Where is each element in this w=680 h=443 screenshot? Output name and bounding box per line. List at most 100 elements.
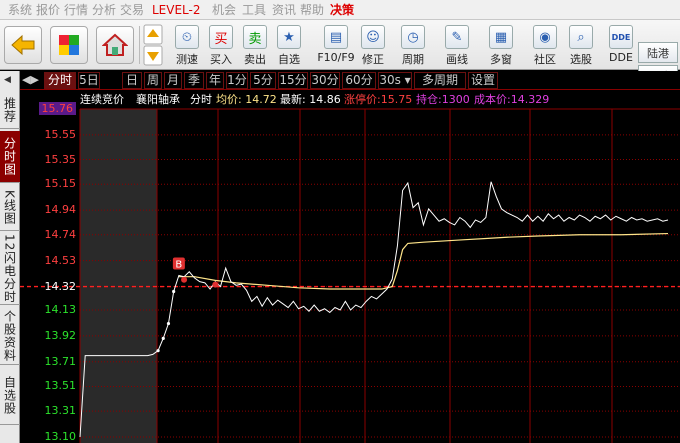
price-line (79, 181, 669, 438)
market-overview-button[interactable] (50, 26, 88, 64)
up-down-arrows-icon (143, 24, 163, 66)
auction-dot (172, 289, 176, 294)
auction-dot (156, 349, 160, 353)
auction-dot (166, 321, 171, 326)
tab-10[interactable]: 30分 (310, 72, 340, 89)
tab-5[interactable]: 季 (184, 72, 204, 89)
speedometer-icon: ⏲ (175, 25, 199, 49)
toolbar-button-label: 卖出 (244, 53, 266, 66)
period-tab-bar: ◀▶ 分时5日 ▾ 日周月季年1分5分15分30分60分30s ▾多周期设置 (20, 71, 680, 102)
avg-price-line (178, 232, 669, 290)
menu-item-3[interactable]: 分析 (92, 0, 116, 20)
page-updown[interactable] (143, 24, 163, 66)
menu-item-2[interactable]: 行情 (64, 0, 88, 20)
y-tick-label: 14.53 (44, 253, 77, 267)
tab-11[interactable]: 60分 (342, 72, 376, 89)
tab-4[interactable]: 月 (164, 72, 182, 89)
tab-12[interactable]: 30s ▾ (378, 72, 412, 89)
stock-search-icon: ⌕ (569, 25, 593, 49)
toolbar-button-label: 测速 (176, 53, 198, 66)
f10-icon: ▤ (324, 25, 348, 49)
sell-icon: 卖 (243, 25, 267, 49)
correct-icon: ☺ (361, 25, 385, 49)
tab-1[interactable]: 5日 ▾ (78, 72, 100, 102)
tab-7[interactable]: 1分 (226, 72, 248, 89)
buy-marker-label: B (175, 259, 182, 270)
toolbar-button-6[interactable]: ◷ 周期 (396, 22, 430, 68)
y-tick-label: 14.13 (44, 302, 77, 316)
home-button[interactable] (96, 26, 134, 64)
toolbar-button-4[interactable]: ▤ F10/F9 (316, 22, 356, 68)
trade-marker (212, 281, 219, 288)
toolbar-button-9[interactable]: ◉ 社区 (528, 22, 562, 68)
intraday-chart[interactable]: B (0, 91, 680, 443)
y-tick-label: 13.31 (44, 404, 77, 418)
y-tick-label: 15.15 (44, 177, 77, 191)
toolbar-button-label: 自选 (278, 53, 300, 66)
collapse-icon[interactable]: ◀ (4, 75, 11, 85)
home-icon (102, 33, 128, 56)
tab-0[interactable]: 分时 (44, 72, 76, 89)
menu-item-9[interactable]: 帮助 (300, 0, 324, 20)
toolbar-button-7[interactable]: ✎ 画线 (440, 22, 474, 68)
color-grid-icon (59, 35, 79, 55)
y-tick-label: 15.35 (44, 152, 77, 166)
y-tick-label: 13.10 (44, 430, 77, 443)
pencil-icon: ✎ (445, 25, 469, 49)
toolbar-button-label: F10/F9 (317, 51, 355, 64)
right-button-0[interactable]: 陆港 (638, 42, 678, 63)
tab-13[interactable]: 多周期 (414, 72, 466, 89)
toolbar-button-11[interactable]: DDE DDE (604, 22, 638, 68)
toolbar-button-label: 社区 (534, 53, 556, 66)
windows-icon: ▦ (489, 25, 513, 49)
star-icon: ★ (277, 25, 301, 49)
menu-item-0[interactable]: 系统 (8, 0, 32, 20)
y-tick-label: 13.71 (44, 354, 77, 368)
toolbar-button-label: 买入 (210, 53, 232, 66)
menu-item-6[interactable]: 机会 (212, 0, 236, 20)
toolbar-button-5[interactable]: ☺ 修正 (356, 22, 390, 68)
y-tick-label: 14.74 (44, 227, 77, 241)
toolbar-button-2[interactable]: 卖卖出 (238, 22, 272, 68)
menu-item-4[interactable]: 交易 (120, 0, 144, 20)
prev-next-icon[interactable]: ◀▶ (22, 73, 39, 86)
back-arrow-icon (11, 34, 35, 56)
menu-item-8[interactable]: 资讯 (272, 0, 296, 20)
menu-item-1[interactable]: 报价 (36, 0, 60, 20)
toolbar-button-8[interactable]: ▦ 多窗 (484, 22, 518, 68)
toolbar-button-1[interactable]: 买买入 (204, 22, 238, 68)
menu-item-7[interactable]: 工具 (242, 0, 266, 20)
toolbar-button-0[interactable]: ⏲ 测速 (170, 22, 204, 68)
y-tick-label: 13.51 (44, 379, 77, 393)
tab-14[interactable]: 设置 (468, 72, 498, 89)
tab-3[interactable]: 周 (144, 72, 162, 89)
toolbar-button-label: 选股 (570, 53, 592, 66)
tab-2[interactable]: 日 (122, 72, 142, 89)
tab-8[interactable]: 5分 (250, 72, 276, 89)
y-tick-label: 14.94 (44, 203, 77, 217)
menu-item-5[interactable]: LEVEL-2 (152, 0, 201, 20)
toolbar-button-label: 画线 (446, 53, 468, 66)
premarket-area (80, 109, 157, 443)
toolbar-button-label: 周期 (402, 53, 424, 66)
menu-item-10[interactable]: 决策 (330, 0, 354, 20)
menu-bar: 系统 报价 行情 分析 交易 LEVEL-2 机会 工具 资讯 帮助 决策 (0, 0, 680, 20)
back-button[interactable] (4, 26, 42, 64)
buy-icon: 买 (209, 25, 233, 49)
trade-marker (181, 276, 188, 283)
toolbar-button-label: 多窗 (490, 53, 512, 66)
community-icon: ◉ (533, 25, 557, 49)
tab-6[interactable]: 年 (206, 72, 224, 89)
dde-icon: DDE (609, 25, 633, 49)
y-tick-label: 14.32 (44, 279, 77, 293)
toolbar-button-label: 修正 (362, 53, 384, 66)
y-tick-label: 15.55 (44, 127, 77, 141)
toolbar-button-3[interactable]: ★ 自选 (272, 22, 306, 68)
clock-icon: ◷ (401, 25, 425, 49)
toolbar-button-label: DDE (609, 51, 633, 64)
toolbar-button-10[interactable]: ⌕ 选股 (564, 22, 598, 68)
toolbar: ⏲ 测速买买入卖卖出 ★ 自选 ▤ F10/F9 ☺ 修正 ◷ 周期 ✎ 画线 ▦ 多窗 ◉ 社区 ⌕ 选股 DDE… (0, 20, 680, 86)
auction-dot (161, 336, 165, 340)
y-tick-label: 13.92 (44, 328, 77, 342)
tab-9[interactable]: 15分 (278, 72, 308, 89)
